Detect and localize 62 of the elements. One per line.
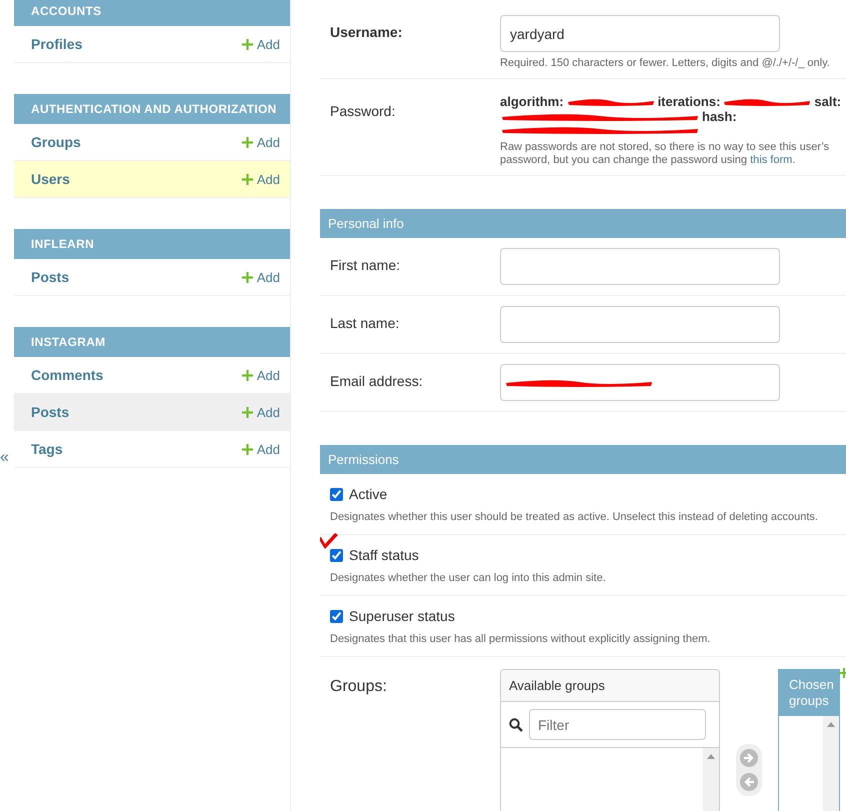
help-text: Designates whether this user should be treated as active. Unselect this instead of deleting accounts.	[330, 511, 819, 524]
add-link[interactable]: Add	[242, 404, 280, 420]
hash-key: salt:	[814, 94, 842, 109]
section-header: Permissions	[320, 445, 846, 474]
list-title: Chosen groups	[779, 670, 839, 716]
field-label: Username:	[330, 23, 404, 42]
model-link[interactable]: Comments	[31, 367, 104, 383]
model-link[interactable]: Posts	[31, 269, 70, 285]
text-field[interactable]	[500, 248, 780, 285]
scroll-up-icon[interactable]	[707, 754, 715, 759]
checkbox-label: Superuser status	[349, 608, 455, 624]
collapse-sidebar-button[interactable]: «	[0, 449, 9, 467]
checkbox-label: Staff status	[349, 547, 419, 563]
field-label: Password:	[330, 102, 396, 121]
model-link[interactable]: Tags	[31, 441, 63, 457]
field-label: Last name:	[330, 314, 400, 333]
add-icon[interactable]	[839, 668, 846, 678]
help-text: Designates that this user has all permissions without explicitly assigning them.	[330, 633, 712, 646]
field-label: First name:	[330, 256, 402, 275]
list-title: Available groups	[501, 670, 719, 702]
module-header: AUTHENTICATION AND AUTHORIZATION	[14, 94, 290, 124]
module-header: ACCOUNTS	[14, 0, 290, 26]
add-link[interactable]: Add	[242, 442, 280, 456]
add-link[interactable]: Add	[242, 36, 280, 52]
model-link[interactable]: Users	[31, 171, 70, 187]
username-field[interactable]: yardyard	[500, 15, 780, 52]
text-field[interactable]	[500, 364, 780, 401]
help-text: Required. 150 characters or fewer. Letters, digits and @/./+/-/_ only.	[500, 57, 831, 70]
change-password-link[interactable]: this form	[750, 154, 792, 166]
add-icon	[242, 370, 253, 380]
model-link[interactable]: Posts	[31, 404, 70, 420]
section-header: Personal info	[320, 209, 846, 238]
help-text: Designates whether the user can log into this admin site.	[330, 572, 607, 585]
add-link[interactable]: Add	[242, 134, 280, 150]
hash-key: algorithm:	[500, 94, 564, 109]
add-icon	[242, 136, 253, 148]
field-label: Groups:	[330, 677, 388, 696]
hash-key: iterations:	[658, 94, 720, 109]
scroll-up-icon[interactable]	[827, 722, 835, 727]
add-icon	[242, 406, 253, 418]
search-icon	[509, 718, 523, 732]
add-link[interactable]: Add	[242, 270, 280, 284]
add-icon	[242, 174, 253, 184]
checkbox[interactable]	[330, 610, 343, 622]
add-link[interactable]: Add	[242, 368, 280, 382]
checkbox[interactable]	[330, 488, 343, 500]
filter-field[interactable]: Filter	[529, 709, 706, 740]
checkbox[interactable]	[330, 548, 343, 562]
add-link[interactable]: Add	[242, 172, 280, 186]
field-label: Email address:	[330, 372, 424, 391]
add-icon	[242, 444, 253, 454]
model-link[interactable]: Groups	[31, 134, 81, 150]
help-text: Raw passwords are not stored, so there is no way to see this user’s password, but you can change the password using this form.	[500, 141, 830, 167]
scrollbar[interactable]	[823, 716, 839, 811]
model-link[interactable]: Profiles	[31, 36, 82, 52]
module-header: INSTAGRAM	[14, 327, 290, 357]
add-icon	[242, 272, 253, 282]
add-icon	[242, 38, 253, 50]
hash-key: hash:	[702, 109, 737, 124]
checkbox-label: Active	[349, 486, 388, 502]
text-field[interactable]	[500, 306, 780, 343]
module-header: INFLEARN	[14, 229, 290, 259]
